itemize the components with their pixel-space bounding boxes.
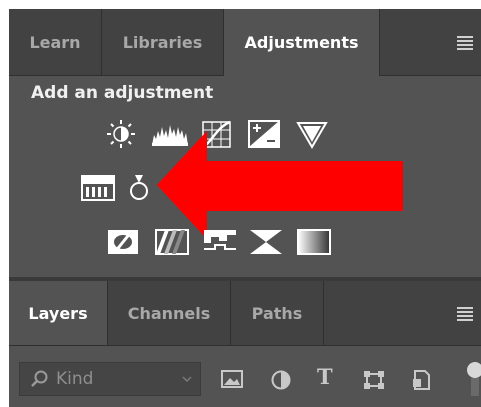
selective-color-icon[interactable] — [249, 229, 283, 255]
tab-paths-label: Paths — [251, 303, 303, 323]
tab-adjustments-label: Adjustments — [244, 33, 359, 52]
filter-toggle-icon[interactable] — [465, 360, 481, 396]
filter-kind-select[interactable]: Kind — [19, 362, 201, 396]
tab-learn[interactable]: Learn — [9, 9, 102, 75]
adjustments-title: Add an adjustment — [31, 83, 214, 103]
tab-adjustments[interactable]: Adjustments — [224, 9, 380, 76]
panel-menu-icon[interactable] — [457, 36, 473, 50]
layers-panel-menu-icon[interactable] — [457, 307, 473, 321]
pixel-layer-filter-icon[interactable] — [221, 370, 243, 388]
invert-icon[interactable] — [107, 229, 139, 255]
hue-saturation-icon[interactable] — [81, 175, 115, 201]
gradient-map-icon[interactable] — [297, 229, 331, 255]
tab-libraries[interactable]: Libraries — [102, 9, 224, 75]
type-layer-filter-icon[interactable]: T — [317, 364, 333, 389]
layers-filter-row: Kind T — [9, 346, 481, 407]
search-icon — [31, 370, 48, 387]
brightness-contrast-icon[interactable] — [105, 119, 137, 149]
bottom-tab-bar: Layers Channels Paths — [9, 281, 481, 346]
tab-channels[interactable]: Channels — [108, 281, 231, 345]
posterize-icon[interactable] — [155, 229, 189, 255]
tab-channels-label: Channels — [127, 303, 211, 323]
tab-learn-label: Learn — [29, 32, 81, 52]
tab-paths[interactable]: Paths — [231, 281, 324, 345]
photoshop-panel: Learn Libraries Adjustments Add an adjus… — [9, 9, 481, 407]
shape-layer-filter-icon[interactable] — [363, 370, 385, 390]
filter-kind-label: Kind — [56, 369, 94, 389]
smart-object-filter-icon[interactable] — [411, 370, 431, 390]
threshold-icon[interactable] — [203, 229, 237, 255]
tab-layers[interactable]: Layers — [9, 281, 108, 345]
chevron-down-icon — [182, 376, 192, 383]
top-tab-bar: Learn Libraries Adjustments — [9, 9, 481, 76]
red-arrow-annotation — [157, 131, 403, 239]
color-balance-icon[interactable] — [127, 173, 151, 201]
tab-libraries-label: Libraries — [122, 32, 203, 52]
adjustment-layer-filter-icon[interactable] — [271, 370, 291, 390]
tab-layers-label: Layers — [28, 303, 88, 323]
